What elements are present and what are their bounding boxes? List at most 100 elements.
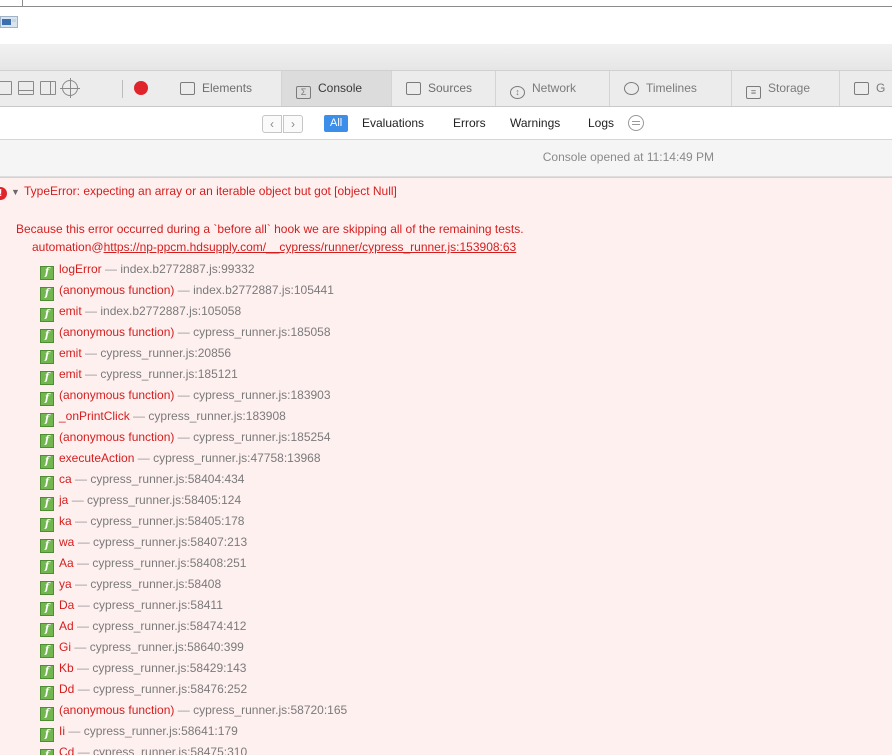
scope-logs-button[interactable]: Logs	[588, 115, 614, 132]
stack-frame[interactable]: f ya — cypress_runner.js:58408	[40, 574, 347, 595]
frame-separator: —	[77, 598, 90, 612]
stack-frame[interactable]: f logError — index.b2772887.js:99332	[40, 259, 347, 280]
undock-window-icon[interactable]	[40, 81, 56, 95]
frame-location-link[interactable]: index.b2772887.js:105441	[193, 283, 334, 297]
scope-all-button[interactable]: All	[324, 115, 349, 132]
stack-frame[interactable]: f ka — cypress_runner.js:58405:178	[40, 511, 347, 532]
stack-frame[interactable]: f emit — cypress_runner.js:185121	[40, 364, 347, 385]
stack-frame[interactable]: f emit — index.b2772887.js:105058	[40, 301, 347, 322]
frame-function-name: (anonymous function)	[59, 388, 175, 402]
back-button[interactable]: ‹	[262, 115, 282, 133]
stack-frame[interactable]: f executeAction — cypress_runner.js:47758…	[40, 448, 347, 469]
error-location-link[interactable]: https://np-ppcm.hdsupply.com/__cypress/r…	[104, 240, 517, 254]
stack-frame[interactable]: f Da — cypress_runner.js:58411	[40, 595, 347, 616]
forward-button[interactable]: ›	[283, 115, 303, 133]
frame-location-link[interactable]: cypress_runner.js:47758:13968	[153, 451, 320, 465]
scope-warnings-button[interactable]: Warnings	[510, 115, 560, 132]
scope-errors-button[interactable]: Errors	[453, 115, 486, 132]
frame-location-link[interactable]: index.b2772887.js:99332	[120, 262, 254, 276]
function-icon: f	[40, 686, 54, 700]
frame-location-link[interactable]: index.b2772887.js:105058	[100, 304, 241, 318]
console-search-input[interactable]	[0, 107, 252, 139]
tab-elements[interactable]: Elements	[166, 71, 282, 106]
stack-frame[interactable]: f Ii — cypress_runner.js:58641:179	[40, 721, 347, 742]
frame-location-link[interactable]: cypress_runner.js:58405:178	[90, 514, 244, 528]
stack-frame[interactable]: f Aa — cypress_runner.js:58408:251	[40, 553, 347, 574]
dock-left-icon[interactable]	[0, 81, 12, 95]
frame-location-link[interactable]: cypress_runner.js:58429:143	[92, 661, 246, 675]
frame-function-name: ca	[59, 472, 72, 486]
function-icon: f	[40, 728, 54, 742]
frame-location-link[interactable]: cypress_runner.js:58474:412	[92, 619, 246, 633]
filter-icon[interactable]	[628, 115, 644, 131]
frame-location-link[interactable]: cypress_runner.js:58408:251	[92, 556, 246, 570]
frame-function-name: Dd	[59, 682, 75, 696]
timelines-icon	[624, 82, 639, 95]
tab-network[interactable]: ↕ Network	[496, 71, 610, 106]
stack-frame[interactable]: f Cd — cypress_runner.js:58475:310	[40, 742, 347, 755]
frame-location-link[interactable]: cypress_runner.js:58641:179	[84, 724, 238, 738]
stack-frame[interactable]: f emit — cypress_runner.js:20856	[40, 343, 347, 364]
frame-location-link[interactable]: cypress_runner.js:58720:165	[193, 703, 347, 717]
frame-location-link[interactable]: cypress_runner.js:58404:434	[90, 472, 244, 486]
frame-location-link[interactable]: cypress_runner.js:58411	[93, 598, 223, 612]
tab-label: Console	[318, 81, 363, 95]
scope-evaluations-button[interactable]: Evaluations	[362, 115, 424, 132]
frame-location-link[interactable]: cypress_runner.js:185121	[100, 367, 237, 381]
tab-timelines[interactable]: Timelines	[610, 71, 732, 106]
stack-frame[interactable]: f ca — cypress_runner.js:58404:434	[40, 469, 347, 490]
frame-separator: —	[105, 262, 118, 276]
function-icon: f	[40, 644, 54, 658]
frame-location-link[interactable]: cypress_runner.js:58408	[90, 577, 221, 591]
frame-separator: —	[85, 367, 98, 381]
stack-frame[interactable]: f Ad — cypress_runner.js:58474:412	[40, 616, 347, 637]
stack-frame[interactable]: f (anonymous function) — cypress_runner.j…	[40, 700, 347, 721]
tab-label: Storage	[768, 81, 811, 95]
frame-location-link[interactable]: cypress_runner.js:58407:213	[93, 535, 247, 549]
tab-label: G	[876, 81, 886, 95]
frame-location-link[interactable]: cypress_runner.js:20856	[100, 346, 231, 360]
frame-separator: —	[75, 514, 88, 528]
stack-frame[interactable]: f Kb — cypress_runner.js:58429:143	[40, 658, 347, 679]
stack-frame[interactable]: f (anonymous function) — cypress_runner.j…	[40, 385, 347, 406]
frame-location-link[interactable]: cypress_runner.js:58640:399	[90, 640, 244, 654]
inspect-element-icon[interactable]	[60, 78, 80, 98]
tab-graphics[interactable]: G	[840, 71, 892, 106]
frame-function-name: emit	[59, 367, 82, 381]
frame-location-link[interactable]: cypress_runner.js:58475:310	[93, 745, 247, 755]
function-icon: f	[40, 518, 54, 532]
dock-bottom-icon[interactable]	[18, 81, 34, 95]
frame-location-link[interactable]: cypress_runner.js:183908	[148, 409, 285, 423]
frame-location-link[interactable]: cypress_runner.js:58476:252	[93, 682, 247, 696]
stack-frame[interactable]: f (anonymous function) — index.b2772887.j…	[40, 280, 347, 301]
console-icon: Σ	[296, 86, 311, 99]
stack-frame[interactable]: f Dd — cypress_runner.js:58476:252	[40, 679, 347, 700]
function-icon: f	[40, 560, 54, 574]
frame-function-name: ya	[59, 577, 72, 591]
stack-frame[interactable]: f (anonymous function) — cypress_runner.j…	[40, 427, 347, 448]
stack-frame[interactable]: f wa — cypress_runner.js:58407:213	[40, 532, 347, 553]
frame-function-name: wa	[59, 535, 75, 549]
stack-frame[interactable]: f ja — cypress_runner.js:58405:124	[40, 490, 347, 511]
frame-location-link[interactable]: cypress_runner.js:185058	[193, 325, 330, 339]
frame-function-name: (anonymous function)	[59, 703, 175, 717]
elements-icon	[180, 82, 195, 95]
frame-separator: —	[177, 430, 190, 444]
stack-frame[interactable]: f (anonymous function) — cypress_runner.j…	[40, 322, 347, 343]
stack-frame[interactable]: f Gi — cypress_runner.js:58640:399	[40, 637, 347, 658]
tab-console[interactable]: Σ Console	[282, 71, 392, 106]
frame-separator: —	[75, 577, 88, 591]
frame-separator: —	[85, 304, 98, 318]
frame-location-link[interactable]: cypress_runner.js:183903	[193, 388, 330, 402]
stack-frame[interactable]: f _onPrintClick — cypress_runner.js:18390…	[40, 406, 347, 427]
error-title[interactable]: TypeError: expecting an array or an iter…	[24, 184, 397, 198]
frame-location-link[interactable]: cypress_runner.js:185254	[193, 430, 330, 444]
tab-sources[interactable]: Sources	[392, 71, 496, 106]
disclosure-triangle-icon[interactable]: ▼	[11, 187, 20, 197]
frame-function-name: (anonymous function)	[59, 283, 175, 297]
frame-location-link[interactable]: cypress_runner.js:58405:124	[87, 493, 241, 507]
tab-storage[interactable]: ≡ Storage	[732, 71, 840, 106]
tab-label: Sources	[428, 81, 473, 95]
function-icon: f	[40, 308, 54, 322]
error-indicator-icon[interactable]	[134, 81, 148, 95]
